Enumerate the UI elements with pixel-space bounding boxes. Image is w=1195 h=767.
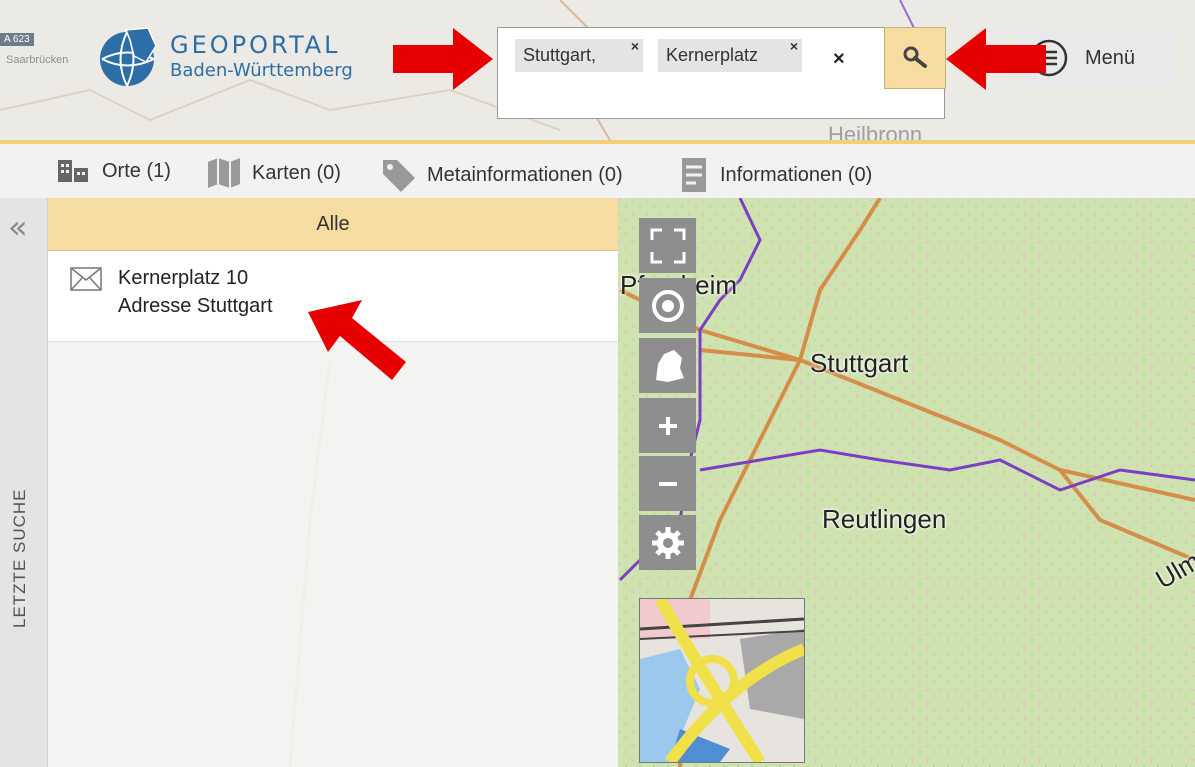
result-tabs: Orte (1) Karten (0) Metainformationen (0…	[0, 140, 1195, 198]
mail-icon	[70, 267, 102, 291]
zoom-in-icon	[658, 416, 677, 435]
fullscreen-button[interactable]	[639, 218, 696, 273]
logo[interactable]: GEOPORTAL Baden-Württemberg	[96, 26, 353, 88]
tab-metainformationen[interactable]: Metainformationen (0)	[381, 158, 623, 192]
result-subtitle: Adresse Stuttgart	[118, 295, 273, 317]
map-label-heilbronn: Heilbronn	[828, 122, 923, 140]
search-chip-stuttgart[interactable]: Stuttgart, ×	[515, 39, 643, 72]
annotation-arrow-left	[946, 28, 1046, 90]
zoom-out-icon	[658, 481, 677, 486]
tab-informationen[interactable]: Informationen (0)	[680, 158, 872, 192]
state-view-button[interactable]	[639, 338, 696, 393]
search-button[interactable]	[884, 27, 946, 89]
chip-remove-icon[interactable]: ×	[790, 39, 798, 53]
tab-label: Informationen (0)	[720, 163, 873, 186]
search-chip-label: Kernerplatz	[666, 45, 759, 65]
chip-remove-icon[interactable]: ×	[631, 39, 639, 53]
logo-subtitle: Baden-Württemberg	[170, 60, 353, 82]
zoom-in-button[interactable]	[639, 398, 696, 453]
tag-icon	[383, 160, 415, 192]
locate-button[interactable]	[639, 278, 696, 333]
tab-label: Karten (0)	[252, 161, 341, 184]
minimap[interactable]	[639, 598, 805, 763]
search-chip-label: Stuttgart,	[523, 45, 597, 65]
search-input[interactable]: Stuttgart, × Kernerplatz × ×	[497, 27, 945, 119]
state-shape-icon	[655, 349, 684, 382]
settings-icon	[651, 526, 684, 559]
tab-orte[interactable]: Orte (1)	[56, 158, 171, 184]
buildings-icon	[58, 160, 88, 182]
map-label-reutlingen: Reutlingen	[822, 504, 947, 534]
annotation-arrow-diagonal	[308, 300, 406, 380]
clear-search-icon[interactable]: ×	[833, 48, 845, 71]
recent-search-label: LETZTE SUCHE	[10, 488, 29, 628]
results-panel: Alle Kernerplatz 10 Adresse Stuttgart	[48, 198, 618, 767]
locate-icon	[651, 289, 684, 322]
menu-label: Menü	[1085, 46, 1136, 69]
tab-karten[interactable]: Karten (0)	[206, 158, 341, 188]
document-icon	[682, 158, 706, 192]
map-icon	[208, 158, 240, 188]
tab-label: Orte (1)	[102, 159, 171, 182]
zoom-out-button[interactable]	[639, 456, 696, 511]
tab-label: Metainformationen (0)	[427, 163, 623, 186]
search-chip-kernerplatz[interactable]: Kernerplatz ×	[658, 39, 802, 72]
settings-button[interactable]	[639, 515, 696, 570]
map-label-saarbruecken: Saarbrücken	[6, 54, 69, 66]
annotation-arrow-right	[393, 28, 493, 90]
recent-search-sidebar[interactable]: « LETZTE SUCHE	[0, 198, 48, 767]
filter-all-button[interactable]: Alle	[48, 198, 618, 251]
result-title: Kernerplatz 10	[118, 267, 249, 289]
road-badge: A 623	[0, 33, 34, 46]
logo-title: GEOPORTAL	[170, 30, 341, 59]
search-icon	[903, 46, 927, 68]
collapse-icon[interactable]: «	[8, 208, 28, 246]
map-label-stuttgart: Stuttgart	[810, 348, 909, 378]
globe-icon	[100, 27, 157, 87]
fullscreen-icon	[650, 228, 685, 263]
